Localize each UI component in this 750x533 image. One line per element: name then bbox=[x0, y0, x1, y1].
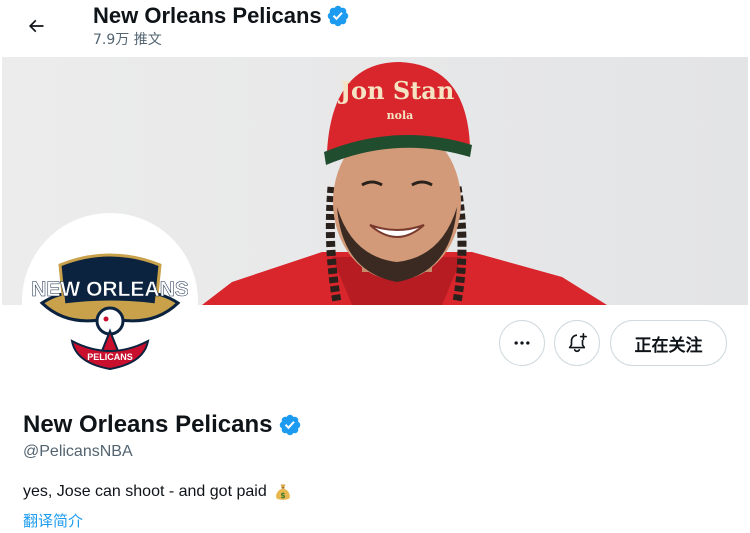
cap-subtext: nola bbox=[387, 109, 414, 122]
back-button[interactable] bbox=[18, 8, 54, 44]
header-title: New Orleans Pelicans bbox=[93, 2, 350, 30]
header-title-text: New Orleans Pelicans bbox=[93, 3, 322, 28]
notify-button[interactable] bbox=[554, 320, 600, 366]
profile-name-text: New Orleans Pelicans bbox=[23, 411, 273, 438]
more-horizontal-icon bbox=[514, 341, 530, 345]
svg-text:$: $ bbox=[280, 491, 285, 500]
verified-badge-icon bbox=[327, 5, 348, 27]
pelicans-logo: NEW ORLEANS PELICANS bbox=[32, 253, 188, 371]
top-header: New Orleans Pelicans 7.9万 推文 bbox=[0, 0, 750, 57]
profile-bio: yes, Jose can shoot - and got paid $ bbox=[23, 482, 293, 502]
cap-text: Jon Stan bbox=[338, 76, 455, 105]
tweet-count: 7.9万 推文 bbox=[93, 32, 162, 48]
profile-avatar[interactable]: NEW ORLEANS PELICANS bbox=[22, 213, 198, 389]
more-button[interactable] bbox=[499, 320, 545, 366]
bio-text: yes, Jose can shoot - and got paid bbox=[23, 483, 267, 500]
verified-badge-icon bbox=[280, 414, 301, 436]
profile-handle: @PelicansNBA bbox=[23, 443, 133, 460]
translate-bio-link[interactable]: 翻译简介 bbox=[23, 510, 83, 531]
back-arrow-icon bbox=[28, 19, 44, 33]
following-button[interactable]: 正在关注 bbox=[610, 320, 727, 366]
bell-plus-icon bbox=[568, 333, 587, 353]
logo-subtext: PELICANS bbox=[87, 352, 133, 362]
profile-name: New Orleans Pelicans bbox=[23, 410, 302, 440]
money-bag-icon: $ bbox=[275, 484, 290, 500]
logo-wordmark: NEW ORLEANS bbox=[32, 278, 188, 301]
